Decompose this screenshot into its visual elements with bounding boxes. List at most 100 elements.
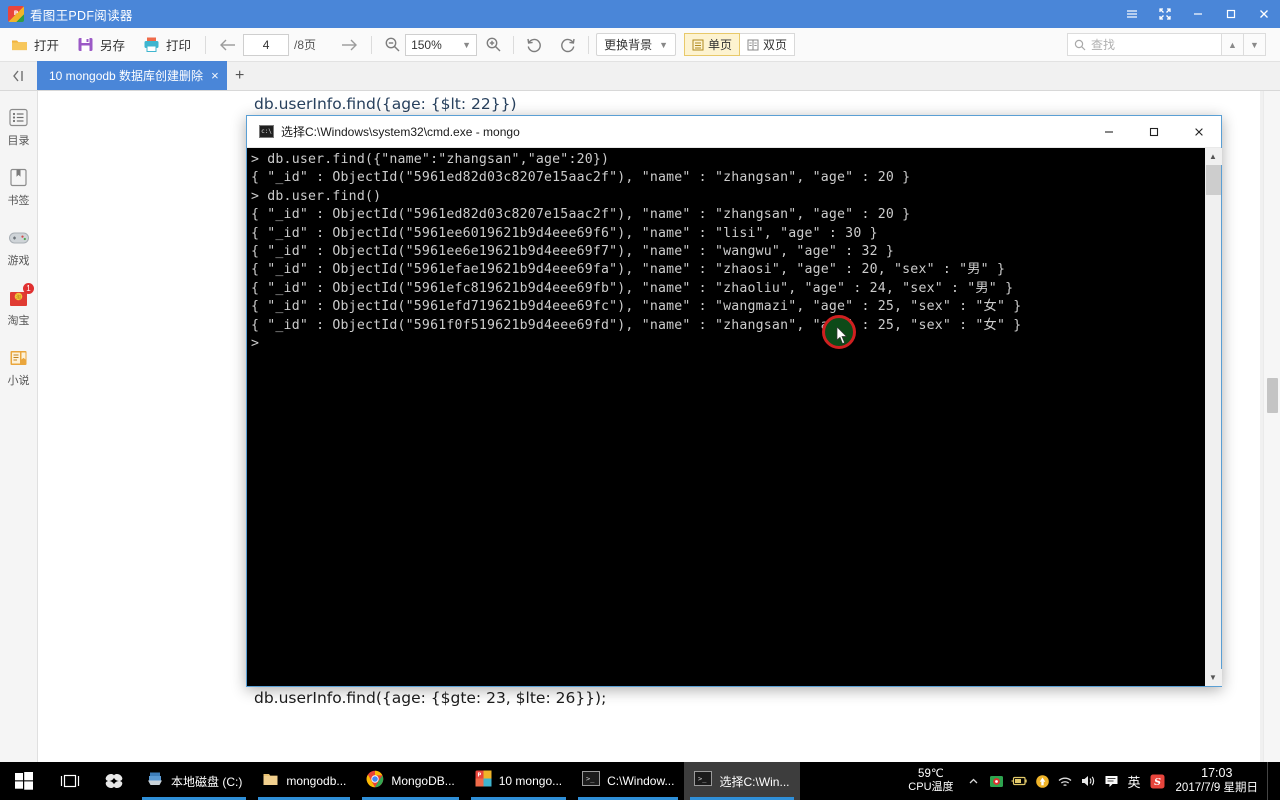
notes-icon[interactable]	[1100, 762, 1123, 800]
cmd-close-icon[interactable]	[1176, 116, 1221, 148]
contents-icon	[6, 105, 31, 130]
cmd-window-title: 选择C:\Windows\system32\cmd.exe - mongo	[281, 123, 520, 140]
rotate-right-icon[interactable]	[555, 32, 581, 58]
svg-text:P: P	[477, 773, 481, 779]
clock[interactable]: 17:03 2017/7/9 星期日	[1169, 766, 1267, 796]
close-icon[interactable]	[1247, 0, 1280, 28]
fullscreen-icon[interactable]	[1148, 0, 1181, 28]
battery-icon[interactable]	[1008, 762, 1031, 800]
change-background-select[interactable]: 更换背景 ▼	[596, 33, 676, 56]
search-prev-button[interactable]: ▲	[1222, 33, 1244, 56]
pdf-scrollbar[interactable]	[1263, 91, 1280, 762]
cmd-window-controls	[1086, 116, 1221, 148]
collapse-panel-icon[interactable]	[0, 61, 37, 90]
show-desktop-button[interactable]	[1267, 762, 1274, 800]
svg-text:>_: >_	[586, 775, 595, 783]
app-title: 看图王PDF阅读器	[30, 5, 133, 24]
pinned-app-icon[interactable]	[92, 762, 136, 800]
zoom-in-icon[interactable]	[480, 32, 506, 58]
cmd-window[interactable]: c:\ 选择C:\Windows\system32\cmd.exe - mong…	[246, 115, 1222, 687]
double-page-button[interactable]: 双页	[740, 33, 795, 56]
shield-icon[interactable]	[985, 762, 1008, 800]
prev-page-button[interactable]	[213, 32, 243, 58]
double-page-icon	[747, 39, 759, 51]
cmd-console-output[interactable]: > db.user.find({"name":"zhangsan","age":…	[247, 148, 1204, 686]
new-tab-button[interactable]: +	[227, 61, 253, 90]
cmd-title-bar[interactable]: c:\ 选择C:\Windows\system32\cmd.exe - mong…	[247, 116, 1221, 148]
toolbar-divider-3	[513, 36, 514, 54]
toolbar-divider	[205, 36, 206, 54]
tab-mongodb-document[interactable]: 10 mongodb 数据库创建删除 ×	[37, 61, 227, 90]
scroll-up-arrow-icon[interactable]: ▲	[1205, 148, 1222, 165]
printer-icon	[142, 35, 161, 54]
taskbar-item-pdf[interactable]: P 10 mongo...	[465, 762, 572, 800]
sidebar-item-bookmark[interactable]: 书签	[0, 165, 37, 208]
task-view-icon[interactable]	[48, 762, 92, 800]
taskbar-item-cmd-2[interactable]: >_ 选择C:\Win...	[684, 762, 799, 800]
floppy-save-icon	[76, 35, 95, 54]
search-placeholder: 查找	[1091, 36, 1115, 53]
rotate-left-icon[interactable]	[521, 32, 547, 58]
taskbar-label-cmd-1: C:\Window...	[607, 774, 674, 788]
cmd-scrollbar[interactable]: ▲ ▼	[1204, 148, 1221, 686]
ime-language-indicator[interactable]: 英	[1123, 762, 1146, 800]
taobao-icon: 淘 1	[6, 285, 31, 310]
search-input[interactable]: 查找	[1067, 33, 1222, 56]
taskbar-item-local-disk[interactable]: 本地磁盘 (C:)	[136, 762, 252, 800]
chrome-icon	[366, 770, 384, 793]
window-controls	[1115, 0, 1280, 28]
system-tray: 59℃ CPU温度	[900, 762, 1280, 800]
sidebar-item-taobao[interactable]: 淘 1 淘宝	[0, 285, 37, 328]
save-as-button[interactable]: 另存	[69, 31, 132, 59]
update-icon[interactable]	[1031, 762, 1054, 800]
tab-close-icon[interactable]: ×	[211, 69, 219, 82]
cpu-temperature-indicator[interactable]: 59℃ CPU温度	[900, 768, 961, 794]
sidebar-item-novel[interactable]: 小说	[0, 345, 37, 388]
app-root: P 看图王PDF阅读器 打开	[0, 0, 1280, 800]
sidebar-label-bookmark: 书签	[8, 192, 30, 208]
sidebar-item-games[interactable]: 游戏	[0, 225, 37, 268]
main-toolbar: 打开 另存 打印 4 /8页 150% ▼	[0, 28, 1280, 62]
pdf-text-line-bottom: db.userInfo.find({age: {$gte: 23, $lte: …	[254, 689, 606, 707]
maximize-icon[interactable]	[1214, 0, 1247, 28]
svg-text:>_: >_	[698, 775, 707, 783]
open-button[interactable]: 打开	[3, 31, 66, 59]
cmd-maximize-icon[interactable]	[1131, 116, 1176, 148]
zoom-out-icon[interactable]	[379, 32, 405, 58]
taskbar-item-mongodb-folder[interactable]: mongodb...	[252, 762, 356, 800]
menu-icon[interactable]	[1115, 0, 1148, 28]
chevron-up-icon[interactable]	[962, 762, 985, 800]
zoom-level-select[interactable]: 150% ▼	[405, 34, 477, 56]
folder-icon	[262, 771, 279, 792]
taskbar-label-chrome: MongoDB...	[391, 774, 454, 788]
windows-start-icon[interactable]	[0, 762, 48, 800]
next-page-button[interactable]	[334, 32, 364, 58]
cmd-scrollbar-thumb[interactable]	[1206, 165, 1221, 195]
taskbar-label-pdf: 10 mongo...	[499, 774, 562, 788]
print-button[interactable]: 打印	[135, 31, 198, 59]
search-next-button[interactable]: ▼	[1244, 33, 1266, 56]
cpu-temp-label: CPU温度	[908, 781, 953, 794]
single-page-button[interactable]: 单页	[684, 33, 740, 56]
novel-book-icon	[6, 345, 31, 370]
cmd-console-icon: c:\	[259, 125, 274, 138]
cmd-icon: >_	[582, 771, 600, 791]
zoom-level-value: 150%	[411, 38, 442, 52]
page-number-input[interactable]: 4	[243, 34, 289, 56]
taskbar-item-cmd-1[interactable]: >_ C:\Window...	[572, 762, 684, 800]
wifi-icon[interactable]	[1054, 762, 1077, 800]
sogou-icon[interactable]: S	[1146, 762, 1169, 800]
page-total-label: /8页	[294, 36, 316, 53]
cmd-minimize-icon[interactable]	[1086, 116, 1131, 148]
pdf-scrollbar-thumb[interactable]	[1267, 378, 1278, 413]
taskbar-item-chrome[interactable]: MongoDB...	[356, 762, 464, 800]
sidebar-item-contents[interactable]: 目录	[0, 105, 37, 148]
taobao-badge: 1	[23, 283, 34, 294]
volume-icon[interactable]	[1077, 762, 1100, 800]
cpu-temp-value: 59℃	[908, 768, 953, 781]
taskbar-label-mongodb-folder: mongodb...	[286, 774, 346, 788]
disk-drive-icon	[146, 771, 164, 792]
minimize-icon[interactable]	[1181, 0, 1214, 28]
sidebar-label-contents: 目录	[8, 132, 30, 148]
scroll-down-arrow-icon[interactable]: ▼	[1205, 669, 1222, 686]
